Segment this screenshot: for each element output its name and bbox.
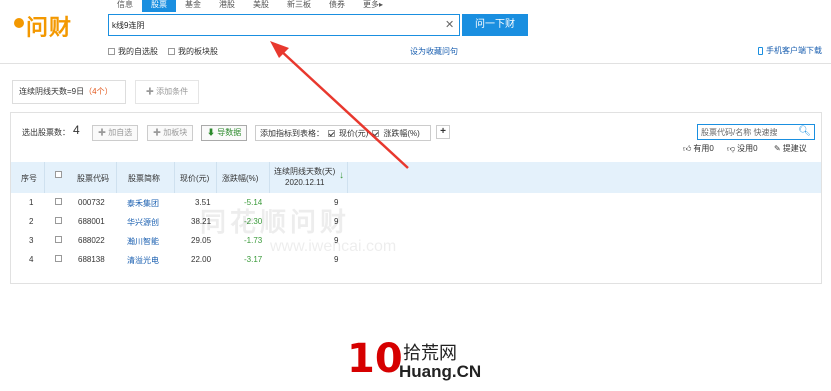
footer-logo-number: 10	[347, 336, 403, 382]
annotation-arrow	[270, 41, 409, 169]
footer-logo-en: Huang.CN	[399, 362, 482, 381]
footer-logo: 10 拾荒网 Huang.CN	[347, 337, 487, 385]
